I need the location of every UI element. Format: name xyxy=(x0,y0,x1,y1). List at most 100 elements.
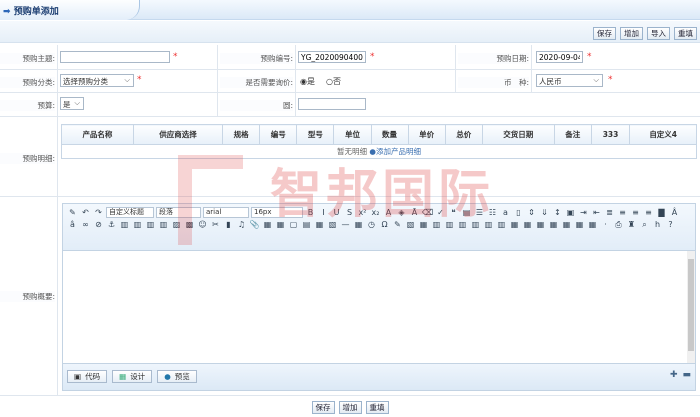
paragraph-spacing-icon[interactable]: ⇓ xyxy=(539,207,550,218)
insert-paragraph-icon[interactable]: ▥ xyxy=(444,219,455,230)
delete-row-icon[interactable]: ▥ xyxy=(470,219,481,230)
scrollbar-thumb[interactable] xyxy=(688,259,694,351)
anchor-icon[interactable]: ⚓ xyxy=(106,219,117,230)
gmap-icon[interactable]: ▦ xyxy=(275,219,286,230)
line-height-icon[interactable]: ↕ xyxy=(552,207,563,218)
select-all-icon[interactable]: a xyxy=(500,207,511,218)
video-icon[interactable]: ▮ xyxy=(223,219,234,230)
bold-icon[interactable]: B xyxy=(305,207,316,218)
undo-icon[interactable]: ↶ xyxy=(80,207,91,218)
add-product-link[interactable]: ●添加产品明细 xyxy=(369,147,421,156)
code-mode-button[interactable]: ▣ 代码 xyxy=(67,370,108,383)
image-right-icon[interactable]: ▥ xyxy=(145,219,156,230)
pagebreak-icon[interactable]: ▤ xyxy=(301,219,312,230)
preview-zoom-icon[interactable]: ⌕ xyxy=(639,219,650,230)
merge-right-icon[interactable]: ▦ xyxy=(522,219,533,230)
insert-row-icon[interactable]: ▥ xyxy=(457,219,468,230)
delete-col-icon[interactable]: ▥ xyxy=(496,219,507,230)
save-button[interactable]: 保存 xyxy=(311,401,335,414)
search-replace-icon[interactable]: ♜ xyxy=(626,219,637,230)
image-left-icon[interactable]: ▥ xyxy=(132,219,143,230)
underline-icon[interactable]: U xyxy=(331,207,342,218)
uppercase-icon[interactable]: Â xyxy=(669,207,680,218)
ltr-icon[interactable]: ⇥ xyxy=(578,207,589,218)
reset-button[interactable]: 重填 xyxy=(365,401,389,414)
help-icon[interactable]: ? xyxy=(665,219,676,230)
format-brush-icon[interactable]: ✎ xyxy=(67,207,78,218)
font-select[interactable]: arial xyxy=(203,207,249,218)
unordered-list-icon[interactable]: ☷ xyxy=(487,207,498,218)
subscript-icon[interactable]: x₂ xyxy=(370,207,381,218)
multi-image-icon[interactable]: ▩ xyxy=(184,219,195,230)
strike-icon[interactable]: S xyxy=(344,207,355,218)
highlight-icon[interactable]: ◈ xyxy=(396,207,407,218)
collapse-icon[interactable]: ▬ xyxy=(682,370,691,384)
budget-select[interactable]: 是 ⌵ xyxy=(60,97,84,110)
paragraph-select[interactable]: 段落 xyxy=(156,207,201,218)
border-text-icon[interactable]: Ā xyxy=(409,207,420,218)
delete-table-icon[interactable]: ▥ xyxy=(431,219,442,230)
split-rows-icon[interactable]: ▦ xyxy=(561,219,572,230)
merge-cells-icon[interactable]: ▦ xyxy=(509,219,520,230)
subject-input[interactable] xyxy=(60,51,170,63)
round-input[interactable] xyxy=(298,98,366,110)
lowercase-icon[interactable]: â xyxy=(67,219,78,230)
attachment-icon[interactable]: 📎 xyxy=(249,219,260,230)
clear-doc-icon[interactable]: ▯ xyxy=(513,207,524,218)
special-char-icon[interactable]: Ω xyxy=(379,219,390,230)
row-spacing-icon[interactable]: ⇕ xyxy=(526,207,537,218)
image-center-icon[interactable]: ▥ xyxy=(158,219,169,230)
inquiry-yes-radio[interactable]: ◉是 xyxy=(300,76,315,87)
insert-col-icon[interactable]: ▥ xyxy=(483,219,494,230)
image-float-none-icon[interactable]: ▥ xyxy=(119,219,130,230)
category-select[interactable]: 选择预购分类 ⌵ xyxy=(60,74,134,87)
split-cols-icon[interactable]: ▦ xyxy=(574,219,585,230)
table-props-icon[interactable]: ▦ xyxy=(587,219,598,230)
heading-select[interactable]: 自定义标题 xyxy=(106,207,154,218)
align-right-icon[interactable]: ≡ xyxy=(643,207,654,218)
music-icon[interactable]: ♫ xyxy=(236,219,247,230)
number-input[interactable] xyxy=(298,51,366,63)
scrawl-icon[interactable]: ✂ xyxy=(210,219,221,230)
currency-select[interactable]: 人民币 ⌵ xyxy=(536,74,603,87)
indent-icon[interactable]: ≣ xyxy=(604,207,615,218)
link-icon[interactable]: ∞ xyxy=(80,219,91,230)
map-icon[interactable]: ▦ xyxy=(262,219,273,230)
superscript-icon[interactable]: x² xyxy=(357,207,368,218)
template-icon[interactable]: ▦ xyxy=(314,219,325,230)
font-color-icon[interactable]: A xyxy=(383,207,394,218)
paste-text-icon[interactable]: ▤ xyxy=(461,207,472,218)
print-icon[interactable]: ⎙ xyxy=(613,219,624,230)
size-select[interactable]: 16px xyxy=(251,207,303,218)
add-button[interactable]: 增加 xyxy=(620,27,643,40)
design-mode-button[interactable]: ▦ 设计 xyxy=(112,370,153,383)
preview-mode-button[interactable]: ● 预览 xyxy=(157,370,197,383)
italic-icon[interactable]: I xyxy=(318,207,329,218)
unlink-icon[interactable]: ⊘ xyxy=(93,219,104,230)
inquiry-no-radio[interactable]: ○否 xyxy=(326,76,341,87)
split-cells-icon[interactable]: ▦ xyxy=(548,219,559,230)
spacer-icon[interactable]: · xyxy=(600,219,611,230)
image-icon[interactable]: ▨ xyxy=(171,219,182,230)
import-button[interactable]: 导入 xyxy=(647,27,670,40)
merge-down-icon[interactable]: ▦ xyxy=(535,219,546,230)
editor-content[interactable] xyxy=(63,251,695,364)
scrollbar[interactable] xyxy=(687,251,695,364)
auto-format-icon[interactable]: ✓ xyxy=(435,207,446,218)
time-icon[interactable]: ◷ xyxy=(366,219,377,230)
iframe-icon[interactable]: ▢ xyxy=(288,219,299,230)
insert-table-icon[interactable]: ▦ xyxy=(418,219,429,230)
wordimage-icon[interactable]: ✎ xyxy=(392,219,403,230)
redo-icon[interactable]: ↷ xyxy=(93,207,104,218)
save-button[interactable]: 保存 xyxy=(593,27,616,40)
horizontal-rule-icon[interactable]: — xyxy=(340,219,351,230)
ordered-list-icon[interactable]: ☰ xyxy=(474,207,485,218)
expand-icon[interactable]: ✚ xyxy=(670,370,678,384)
emotion-icon[interactable]: ☺ xyxy=(197,219,208,230)
align-center-icon[interactable]: ≡ xyxy=(630,207,641,218)
eraser-icon[interactable]: ⌫ xyxy=(422,207,433,218)
snapscreen-icon[interactable]: ▧ xyxy=(405,219,416,230)
date-icon[interactable]: ▦ xyxy=(353,219,364,230)
background-icon[interactable]: ▧ xyxy=(327,219,338,230)
add-button[interactable]: 增加 xyxy=(338,401,362,414)
